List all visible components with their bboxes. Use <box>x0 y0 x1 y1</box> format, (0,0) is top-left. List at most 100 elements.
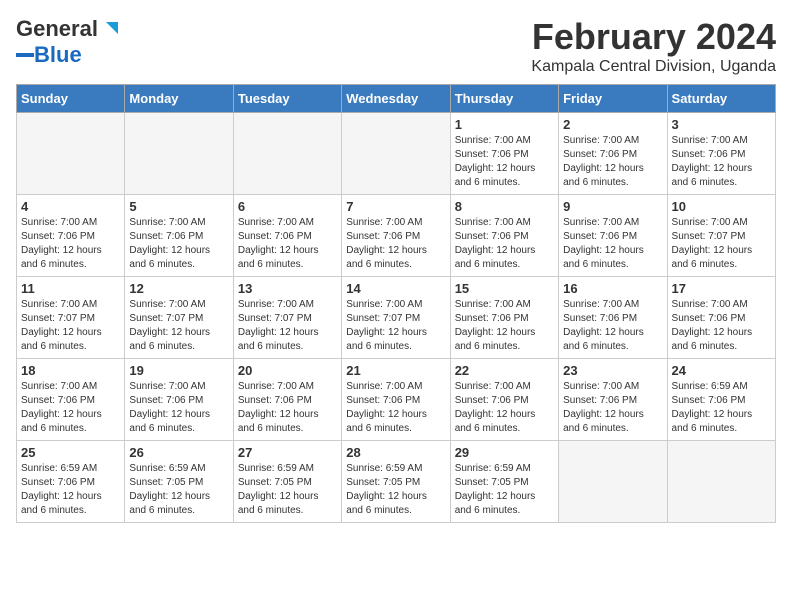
calendar: SundayMondayTuesdayWednesdayThursdayFrid… <box>16 84 776 523</box>
calendar-day-cell: 17 Sunrise: 7:00 AM Sunset: 7:06 PM Dayli… <box>667 277 775 359</box>
calendar-day-cell: 25Sunrise: 6:59 AM Sunset: 7:06 PM Dayli… <box>17 441 125 523</box>
day-number: 8 <box>455 199 554 214</box>
calendar-day-cell: 6 Sunrise: 7:00 AM Sunset: 7:06 PM Daylig… <box>233 195 341 277</box>
day-info: Sunrise: 6:59 AM Sunset: 7:05 PM Dayligh… <box>238 462 337 518</box>
day-number: 7 <box>346 199 445 214</box>
day-number: 20 <box>238 363 337 378</box>
calendar-header-wednesday: Wednesday <box>342 85 450 113</box>
day-number: 10 <box>672 199 771 214</box>
calendar-day-cell: 12 Sunrise: 7:00 AM Sunset: 7:07 PM Dayli… <box>125 277 233 359</box>
calendar-header-friday: Friday <box>559 85 667 113</box>
day-info: Sunrise: 7:00 AM Sunset: 7:06 PM Dayligh… <box>455 216 554 272</box>
calendar-day-cell <box>559 441 667 523</box>
day-info: Sunrise: 7:00 AM Sunset: 7:06 PM Dayligh… <box>563 134 662 190</box>
calendar-day-cell: 10 Sunrise: 7:00 AM Sunset: 7:07 PM Dayli… <box>667 195 775 277</box>
calendar-day-cell: 3Sunrise: 7:00 AM Sunset: 7:06 PM Daylig… <box>667 113 775 195</box>
logo: General Blue <box>16 16 120 68</box>
day-info: Sunrise: 7:00 AM Sunset: 7:06 PM Dayligh… <box>455 298 554 354</box>
day-number: 4 <box>21 199 120 214</box>
day-info: Sunrise: 7:00 AM Sunset: 7:07 PM Dayligh… <box>346 298 445 354</box>
day-info: Sunrise: 7:00 AM Sunset: 7:06 PM Dayligh… <box>346 380 445 436</box>
calendar-day-cell: 22 Sunrise: 7:00 AM Sunset: 7:06 PM Dayli… <box>450 359 558 441</box>
calendar-week-row: 18 Sunrise: 7:00 AM Sunset: 7:06 PM Dayli… <box>17 359 776 441</box>
calendar-week-row: 1 Sunrise: 7:00 AM Sunset: 7:06 PM Daylig… <box>17 113 776 195</box>
calendar-day-cell <box>233 113 341 195</box>
day-info: Sunrise: 7:00 AM Sunset: 7:06 PM Dayligh… <box>346 216 445 272</box>
day-number: 1 <box>455 117 554 132</box>
day-info: Sunrise: 7:00 AM Sunset: 7:07 PM Dayligh… <box>21 298 120 354</box>
calendar-week-row: 4 Sunrise: 7:00 AM Sunset: 7:06 PM Daylig… <box>17 195 776 277</box>
day-number: 26 <box>129 445 228 460</box>
calendar-day-cell: 26 Sunrise: 6:59 AM Sunset: 7:05 PM Dayli… <box>125 441 233 523</box>
day-number: 19 <box>129 363 228 378</box>
calendar-day-cell: 7 Sunrise: 7:00 AM Sunset: 7:06 PM Daylig… <box>342 195 450 277</box>
day-number: 24 <box>672 363 771 378</box>
calendar-day-cell: 5Sunrise: 7:00 AM Sunset: 7:06 PM Daylig… <box>125 195 233 277</box>
day-info: Sunrise: 7:00 AM Sunset: 7:06 PM Dayligh… <box>21 380 120 436</box>
day-info: Sunrise: 7:00 AM Sunset: 7:07 PM Dayligh… <box>672 216 771 272</box>
page-subtitle: Kampala Central Division, Uganda <box>531 58 776 76</box>
day-info: Sunrise: 6:59 AM Sunset: 7:05 PM Dayligh… <box>455 462 554 518</box>
calendar-day-cell: 13 Sunrise: 7:00 AM Sunset: 7:07 PM Dayli… <box>233 277 341 359</box>
page-title: February 2024 <box>531 16 776 58</box>
day-info: Sunrise: 7:00 AM Sunset: 7:06 PM Dayligh… <box>672 298 771 354</box>
day-number: 12 <box>129 281 228 296</box>
day-info: Sunrise: 7:00 AM Sunset: 7:06 PM Dayligh… <box>21 216 120 272</box>
calendar-day-cell <box>342 113 450 195</box>
calendar-header-thursday: Thursday <box>450 85 558 113</box>
calendar-header-row: SundayMondayTuesdayWednesdayThursdayFrid… <box>17 85 776 113</box>
calendar-header-monday: Monday <box>125 85 233 113</box>
calendar-day-cell: 29Sunrise: 6:59 AM Sunset: 7:05 PM Dayli… <box>450 441 558 523</box>
calendar-day-cell: 14 Sunrise: 7:00 AM Sunset: 7:07 PM Dayli… <box>342 277 450 359</box>
calendar-day-cell: 19 Sunrise: 7:00 AM Sunset: 7:06 PM Dayli… <box>125 359 233 441</box>
calendar-day-cell: 27 Sunrise: 6:59 AM Sunset: 7:05 PM Dayli… <box>233 441 341 523</box>
calendar-day-cell: 11 Sunrise: 7:00 AM Sunset: 7:07 PM Dayli… <box>17 277 125 359</box>
day-info: Sunrise: 7:00 AM Sunset: 7:06 PM Dayligh… <box>129 216 228 272</box>
calendar-header-tuesday: Tuesday <box>233 85 341 113</box>
day-number: 28 <box>346 445 445 460</box>
day-info: Sunrise: 6:59 AM Sunset: 7:06 PM Dayligh… <box>21 462 120 518</box>
calendar-day-cell: 9 Sunrise: 7:00 AM Sunset: 7:06 PM Daylig… <box>559 195 667 277</box>
day-number: 16 <box>563 281 662 296</box>
day-number: 11 <box>21 281 120 296</box>
calendar-day-cell: 4 Sunrise: 7:00 AM Sunset: 7:06 PM Daylig… <box>17 195 125 277</box>
calendar-day-cell: 1Sunrise: 7:00 AM Sunset: 7:06 PM Daylig… <box>450 113 558 195</box>
calendar-day-cell: 15 Sunrise: 7:00 AM Sunset: 7:06 PM Dayli… <box>450 277 558 359</box>
day-info: Sunrise: 6:59 AM Sunset: 7:05 PM Dayligh… <box>129 462 228 518</box>
day-number: 14 <box>346 281 445 296</box>
day-number: 2 <box>563 117 662 132</box>
day-number: 9 <box>563 199 662 214</box>
calendar-day-cell: 20 Sunrise: 7:00 AM Sunset: 7:06 PM Dayli… <box>233 359 341 441</box>
calendar-day-cell: 28Sunrise: 6:59 AM Sunset: 7:05 PM Dayli… <box>342 441 450 523</box>
day-number: 3 <box>672 117 771 132</box>
day-info: Sunrise: 7:00 AM Sunset: 7:06 PM Dayligh… <box>238 216 337 272</box>
calendar-day-cell: 2 Sunrise: 7:00 AM Sunset: 7:06 PM Daylig… <box>559 113 667 195</box>
day-info: Sunrise: 7:00 AM Sunset: 7:06 PM Dayligh… <box>455 380 554 436</box>
calendar-day-cell <box>667 441 775 523</box>
day-info: Sunrise: 7:00 AM Sunset: 7:06 PM Dayligh… <box>563 298 662 354</box>
day-number: 27 <box>238 445 337 460</box>
day-info: Sunrise: 7:00 AM Sunset: 7:07 PM Dayligh… <box>238 298 337 354</box>
day-number: 6 <box>238 199 337 214</box>
calendar-week-row: 11 Sunrise: 7:00 AM Sunset: 7:07 PM Dayli… <box>17 277 776 359</box>
day-number: 18 <box>21 363 120 378</box>
calendar-day-cell: 18 Sunrise: 7:00 AM Sunset: 7:06 PM Dayli… <box>17 359 125 441</box>
day-number: 23 <box>563 363 662 378</box>
day-number: 15 <box>455 281 554 296</box>
calendar-day-cell <box>125 113 233 195</box>
calendar-day-cell: 21Sunrise: 7:00 AM Sunset: 7:06 PM Dayli… <box>342 359 450 441</box>
calendar-day-cell <box>17 113 125 195</box>
day-info: Sunrise: 7:00 AM Sunset: 7:07 PM Dayligh… <box>129 298 228 354</box>
day-info: Sunrise: 7:00 AM Sunset: 7:06 PM Dayligh… <box>238 380 337 436</box>
calendar-week-row: 25Sunrise: 6:59 AM Sunset: 7:06 PM Dayli… <box>17 441 776 523</box>
day-number: 22 <box>455 363 554 378</box>
calendar-day-cell: 24Sunrise: 6:59 AM Sunset: 7:06 PM Dayli… <box>667 359 775 441</box>
day-info: Sunrise: 7:00 AM Sunset: 7:06 PM Dayligh… <box>563 216 662 272</box>
day-number: 13 <box>238 281 337 296</box>
day-info: Sunrise: 7:00 AM Sunset: 7:06 PM Dayligh… <box>129 380 228 436</box>
calendar-header-sunday: Sunday <box>17 85 125 113</box>
title-area: February 2024 Kampala Central Division, … <box>531 16 776 76</box>
day-number: 17 <box>672 281 771 296</box>
calendar-day-cell: 23Sunrise: 7:00 AM Sunset: 7:06 PM Dayli… <box>559 359 667 441</box>
calendar-header-saturday: Saturday <box>667 85 775 113</box>
